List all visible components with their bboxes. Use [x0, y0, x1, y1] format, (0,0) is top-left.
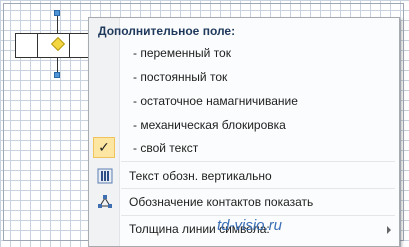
context-menu: Дополнительное поле: - переменный ток - … — [88, 17, 400, 247]
menu-item-dc-current[interactable]: - постоянный ток — [91, 65, 397, 88]
menu-header: Дополнительное поле: — [98, 24, 236, 38]
top-selection-handle[interactable] — [54, 10, 60, 16]
menu-separator — [121, 215, 395, 216]
shape-left-divider — [37, 34, 38, 57]
menu-item-label: Текст обозн. вертикально — [129, 169, 272, 183]
menu-item-label: - свой текст — [133, 141, 199, 155]
menu-item-custom-text[interactable]: ✓ - свой текст — [91, 136, 397, 159]
menu-separator — [121, 188, 395, 189]
menu-item-label: - механическая блокировка — [133, 118, 286, 132]
watermark: td-visio.ru — [217, 217, 283, 234]
shape-bottom-lead — [57, 58, 58, 73]
menu-item-mechanical-lock[interactable]: - механическая блокировка — [91, 113, 397, 136]
menu-item-label: - остаточное намагничивание — [133, 94, 298, 108]
menu-item-residual-magnetization[interactable]: - остаточное намагничивание — [91, 89, 397, 112]
menu-item-ac-current[interactable]: - переменный ток — [91, 41, 397, 64]
shape-right-divider — [69, 34, 70, 57]
submenu-arrow-icon — [387, 226, 391, 234]
bottom-selection-handle[interactable] — [54, 72, 60, 78]
menu-item-label: - постоянный ток — [133, 70, 228, 84]
menu-item-vertical-text[interactable]: Текст обозн. вертикально — [91, 164, 397, 187]
menu-item-show-contacts[interactable]: Обозначение контактов показать — [91, 190, 397, 213]
menu-separator — [121, 161, 395, 162]
menu-item-label: Обозначение контактов показать — [129, 195, 314, 209]
connection-points-icon — [96, 193, 114, 211]
menu-item-label: - переменный ток — [133, 46, 231, 60]
checkmark-icon: ✓ — [93, 137, 115, 158]
shape-top-lead — [57, 15, 58, 33]
vertical-text-icon — [96, 167, 114, 185]
